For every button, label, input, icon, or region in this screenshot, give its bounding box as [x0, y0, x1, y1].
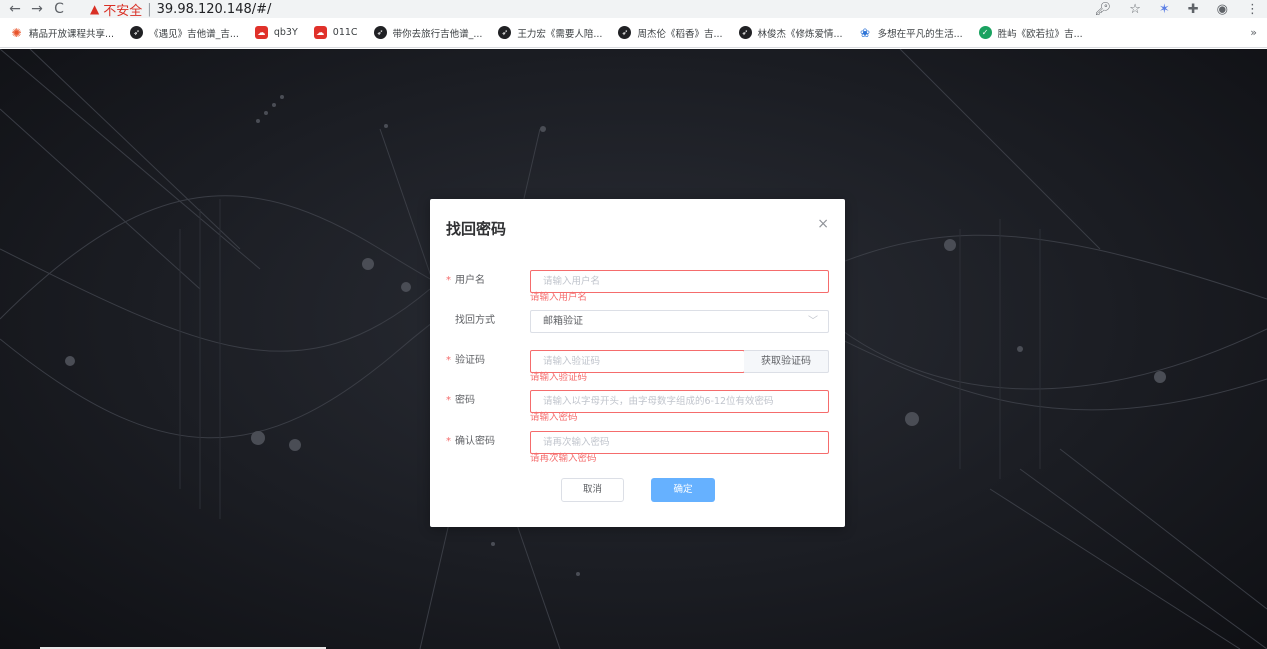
address-bar[interactable]: ▲ 不安全 | 39.98.120.148/#/ [90, 0, 272, 19]
star-icon[interactable]: ☆ [1129, 2, 1141, 17]
required-mark: * [446, 395, 451, 406]
bookmark-label: 《遇见》吉他谱_吉... [149, 28, 239, 40]
toolbar-actions: 🔑︎ ☆ ✶ ✚ ◉ ⋮ [1095, 0, 1259, 18]
password-row: * 密码 请输入以字母开头，由字母数字组成的6-12位有效密码 请输入密码 [430, 390, 845, 423]
username-label: * 用户名 [446, 270, 528, 292]
extension-icon[interactable]: ✶ [1159, 2, 1170, 17]
password-label: * 密码 [446, 390, 528, 412]
confirm-password-input[interactable]: 请再次输入密码 [530, 431, 829, 454]
code-row: * 验证码 请输入验证码 获取验证码 请输入验证码 [430, 350, 845, 383]
confirm-row: * 确认密码 请再次输入密码 请再次输入密码 [430, 431, 845, 464]
profile-icon[interactable]: ◉ [1217, 2, 1228, 17]
key-icon[interactable]: 🔑︎ [1095, 2, 1112, 17]
compass-favicon-icon: ➶ [618, 26, 632, 39]
bookmark-item[interactable]: ➶ 林俊杰《修炼爱情... [738, 26, 843, 40]
confirm-label-text: 确认密码 [455, 436, 495, 447]
bookmark-label: 精品开放课程共享... [29, 28, 115, 40]
confirm-button[interactable]: 确定 [651, 478, 715, 502]
bookmark-item[interactable]: ☁ 011C [313, 26, 358, 39]
code-input[interactable]: 请输入验证码 [530, 350, 745, 373]
bookmark-label: 011C [332, 27, 358, 38]
bookmark-item[interactable]: ❀ 多想在平凡的生活... [859, 26, 963, 40]
url-separator: | [147, 1, 152, 17]
security-status[interactable]: 不安全 [103, 0, 142, 19]
cloud-favicon-icon: ☁ [313, 26, 327, 39]
reload-icon[interactable]: C [48, 0, 70, 18]
username-placeholder: 请输入用户名 [543, 276, 601, 287]
confirm-label: * 确认密码 [446, 431, 528, 453]
bookmarks-bar: ✺ 精品开放课程共享... ➶ 《遇见》吉他谱_吉... ☁ qb3Y ☁ 011C ➶… [0, 18, 1267, 48]
bookmark-item[interactable]: ☁ qb3Y [254, 26, 298, 39]
required-mark: * [446, 355, 451, 366]
cloud-favicon-icon: ☁ [254, 26, 268, 39]
browser-toolbar: ← → C ▲ 不安全 | 39.98.120.148/#/ 🔑︎ ☆ ✶ ✚ … [0, 0, 1267, 19]
code-label: * 验证码 [446, 350, 528, 372]
paw-favicon-icon: ❀ [860, 25, 871, 40]
method-label: 找回方式 [455, 315, 495, 326]
dialog-title: 找回密码 [446, 220, 507, 238]
password-error: 请输入密码 [530, 412, 578, 423]
bookmark-item[interactable]: ➶ 周杰伦《稻香》吉... [618, 26, 723, 40]
code-label-text: 验证码 [455, 355, 485, 366]
username-label-text: 用户名 [455, 275, 485, 286]
menu-icon[interactable]: ⋮ [1246, 2, 1259, 17]
bookmark-label: 林俊杰《修炼爱情... [757, 28, 843, 40]
bookmark-label: qb3Y [273, 27, 298, 38]
password-input[interactable]: 请输入以字母开头，由字母数字组成的6-12位有效密码 [530, 390, 829, 413]
chevron-down-icon: ﹀ [808, 316, 818, 327]
reset-password-dialog: 找回密码 × * 用户名 请输入用户名 请输入用户名 找回方式 邮箱验证 ﹀ * 验… [430, 199, 845, 527]
compass-favicon-icon: ➶ [498, 26, 512, 39]
bookmark-label: 多想在平凡的生活... [877, 28, 963, 40]
leaf-favicon-icon: ✓ [978, 26, 992, 39]
required-mark: * [446, 275, 451, 286]
bookmark-item[interactable]: ➶ 带你去旅行吉他谱_... [373, 26, 483, 40]
get-code-button[interactable]: 获取验证码 [744, 350, 829, 373]
bookmarks-overflow-icon[interactable]: » [1250, 18, 1257, 48]
method-select[interactable]: 邮箱验证 ﹀ [530, 310, 829, 333]
forward-arrow-icon[interactable]: → [26, 0, 48, 18]
compass-favicon-icon: ➶ [130, 26, 144, 39]
bookmark-label: 胜屿《欧若拉》吉... [997, 28, 1083, 40]
method-select-value: 邮箱验证 [543, 316, 583, 327]
password-label-text: 密码 [455, 395, 475, 406]
cancel-button[interactable]: 取消 [561, 478, 624, 502]
bookmark-label: 周杰伦《稻香》吉... [637, 28, 723, 40]
confirm-error: 请再次输入密码 [530, 453, 597, 464]
confirm-placeholder: 请再次输入密码 [543, 437, 610, 448]
close-icon[interactable]: × [817, 216, 829, 232]
code-placeholder: 请输入验证码 [543, 356, 601, 367]
bookmark-item[interactable]: ✺ 精品开放课程共享... [10, 26, 114, 40]
method-row: 找回方式 邮箱验证 ﹀ [430, 310, 845, 334]
required-mark: * [446, 436, 451, 447]
bookmark-label: 带你去旅行吉他谱_... [392, 28, 483, 40]
back-arrow-icon[interactable]: ← [4, 0, 26, 18]
bookmark-item[interactable]: ➶ 王力宏《需要人陪... [498, 26, 602, 40]
bookmark-item[interactable]: ✓ 胜屿《欧若拉》吉... [978, 26, 1083, 40]
puzzle-icon[interactable]: ✚ [1188, 2, 1199, 17]
password-placeholder: 请输入以字母开头，由字母数字组成的6-12位有效密码 [543, 396, 774, 407]
url-text[interactable]: 39.98.120.148/#/ [157, 2, 272, 17]
username-row: * 用户名 请输入用户名 请输入用户名 [430, 270, 845, 303]
code-error: 请输入验证码 [530, 372, 588, 383]
username-input[interactable]: 请输入用户名 [530, 270, 829, 293]
compass-favicon-icon: ➶ [738, 26, 752, 39]
username-error: 请输入用户名 [530, 292, 588, 303]
bookmark-label: 王力宏《需要人陪... [517, 28, 603, 40]
bookmark-item[interactable]: ➶ 《遇见》吉他谱_吉... [130, 26, 239, 40]
star-favicon-icon: ✺ [11, 25, 22, 40]
warning-icon: ▲ [90, 2, 100, 16]
compass-favicon-icon: ➶ [373, 26, 387, 39]
